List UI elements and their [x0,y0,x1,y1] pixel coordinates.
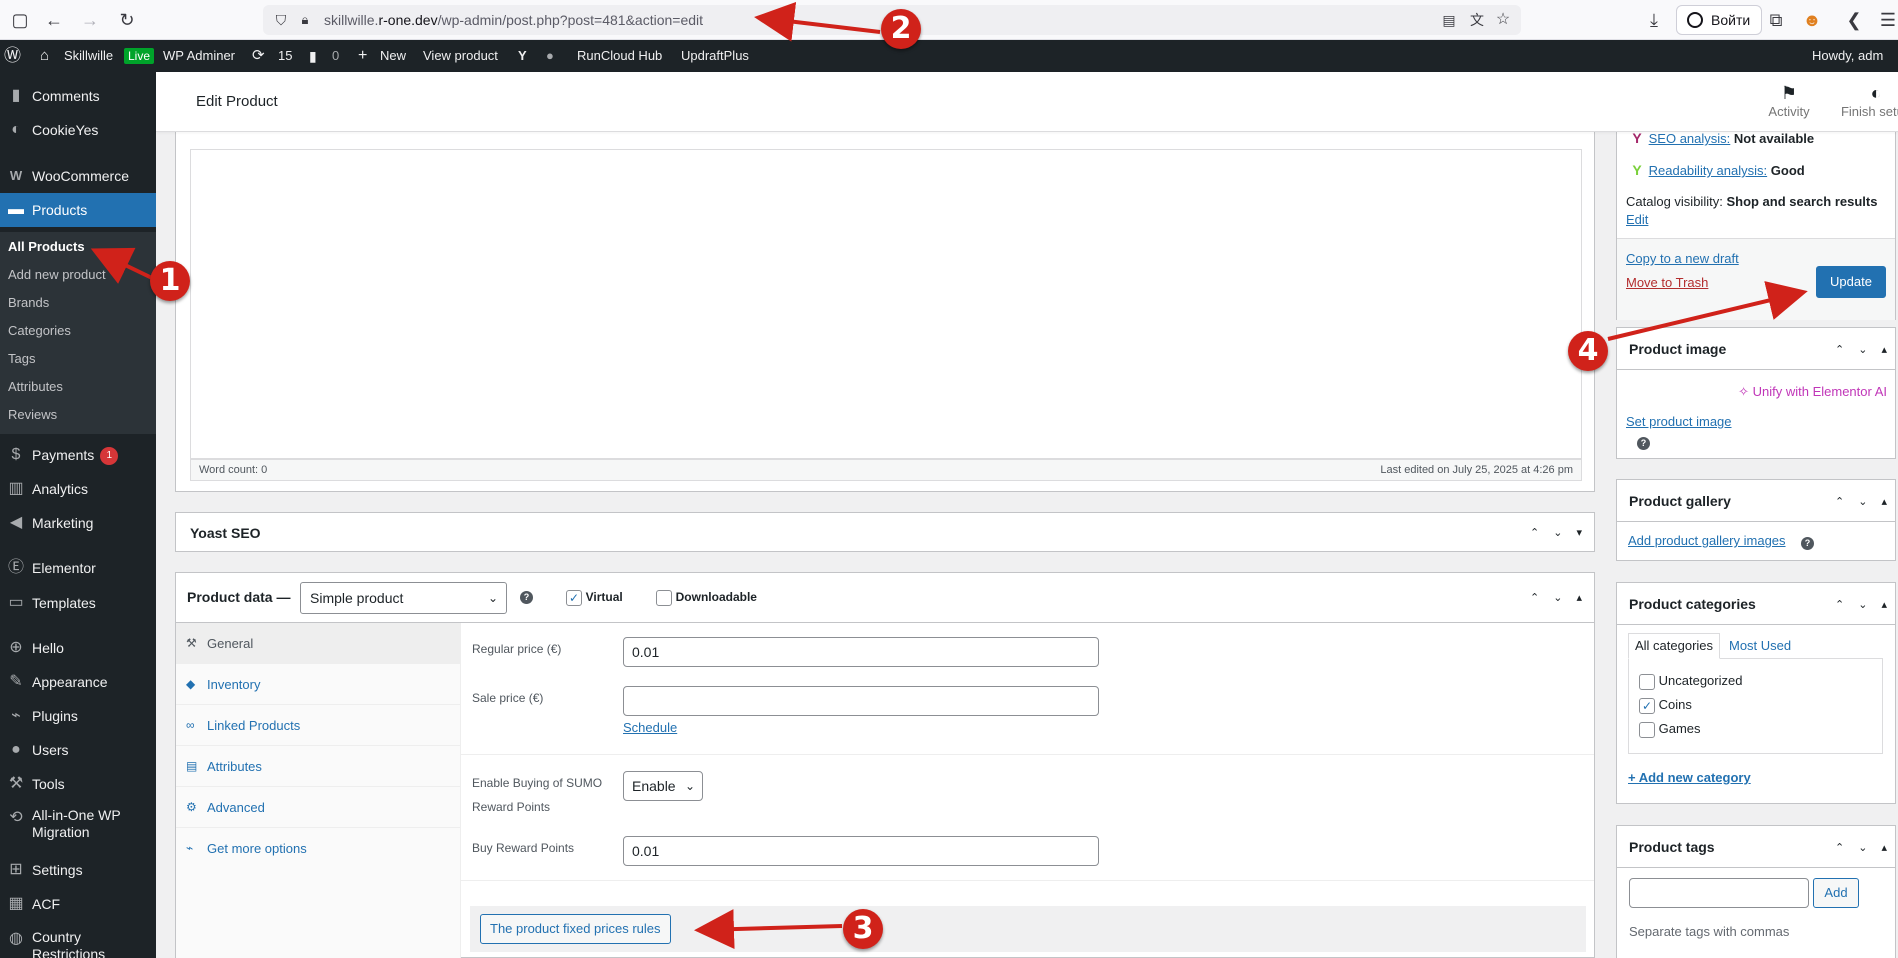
arrow-2 [754,1,881,42]
callout-3: 3 [843,909,883,949]
arrow-4 [1607,281,1808,341]
arrow-1 [90,247,153,284]
annotation-arrows [90,1,1808,950]
arrow-3 [694,909,843,950]
callout-1: 1 [150,261,190,301]
callout-4: 4 [1568,331,1608,371]
callout-2: 2 [881,9,921,49]
